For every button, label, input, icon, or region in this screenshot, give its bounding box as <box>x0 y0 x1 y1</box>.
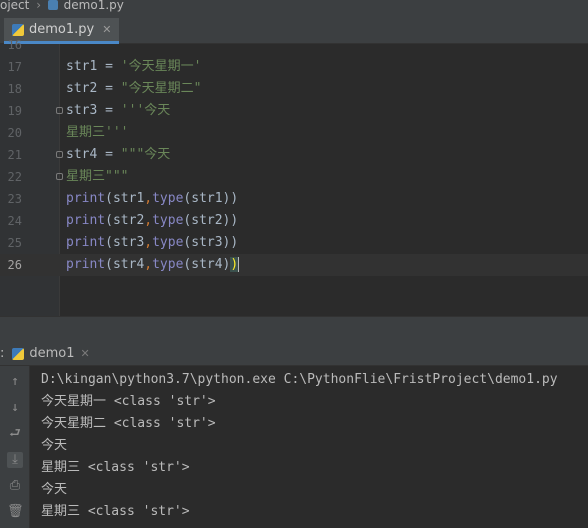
code-line-current: 26 print(str4,type(str4)) <box>0 254 588 276</box>
console-line: 今天 <box>41 438 68 453</box>
code-text: str4 = """今天 <box>66 147 171 162</box>
breadcrumb-separator: › <box>36 0 42 12</box>
line-number: 21 <box>7 148 22 162</box>
console-toolbar: ↑ ↓ ⮐ ⤓ ⎙ 🗑 <box>0 366 30 528</box>
code-line: 17 str1 = '今天星期一' <box>0 56 588 78</box>
line-number: 25 <box>7 236 22 250</box>
code-line: 21 str4 = """今天 <box>0 144 588 166</box>
fold-marker-icon[interactable] <box>56 107 63 114</box>
line-number: 23 <box>7 192 22 206</box>
console-line: 星期三 <class 'str'> <box>41 460 190 475</box>
scroll-to-end-icon[interactable]: ⤓ <box>7 452 23 468</box>
code-line: 24 print(str2,type(str2)) <box>0 210 588 232</box>
code-text: str1 = '今天星期一' <box>66 59 202 74</box>
run-console[interactable]: ↑ ↓ ⮐ ⤓ ⎙ 🗑 D:\kingan\python3.7\python.e… <box>0 366 588 528</box>
python-file-icon <box>47 0 58 10</box>
soft-wrap-icon[interactable]: ⮐ <box>7 426 23 442</box>
console-line: D:\kingan\python3.7\python.exe C:\Python… <box>41 372 558 387</box>
down-arrow-icon[interactable]: ↓ <box>7 400 23 416</box>
code-text: str3 = '''今天 <box>66 103 171 118</box>
code-line: 23 print(str1,type(str1)) <box>0 188 588 210</box>
fold-marker-icon[interactable] <box>56 151 63 158</box>
line-number: 22 <box>7 170 22 184</box>
code-line: 16 <box>0 34 588 56</box>
breadcrumb-project[interactable]: oject <box>0 0 29 11</box>
code-text: 星期三''' <box>66 125 129 140</box>
line-number: 20 <box>7 126 22 140</box>
python-run-icon <box>12 347 25 360</box>
code-line: 19 str3 = '''今天 <box>0 100 588 122</box>
code-text: print(str4,type(str4)) <box>66 257 240 272</box>
console-line: 今天星期一 <class 'str'> <box>41 394 216 409</box>
panel-divider[interactable] <box>0 316 588 343</box>
code-line: 20 星期三''' <box>0 122 588 144</box>
console-line: 星期三 <class 'str'> <box>41 504 190 519</box>
text-caret <box>238 257 240 272</box>
up-arrow-icon[interactable]: ↑ <box>7 374 23 390</box>
line-number: 17 <box>7 60 22 74</box>
line-number: 24 <box>7 214 22 228</box>
code-line: 25 print(str3,type(str3)) <box>0 232 588 254</box>
code-line: 22 星期三""" <box>0 166 588 188</box>
close-icon[interactable]: ✕ <box>81 347 90 360</box>
code-text: print(str3,type(str3)) <box>66 235 239 250</box>
line-number: 18 <box>7 82 22 96</box>
console-line: 今天 <box>41 482 68 497</box>
line-number: 16 <box>7 38 22 52</box>
console-line: 今天星期二 <class 'str'> <box>41 416 216 431</box>
breadcrumb-file[interactable]: demo1.py <box>64 0 124 11</box>
line-number: 19 <box>7 104 22 118</box>
code-line: 18 str2 = "今天星期二" <box>0 78 588 100</box>
code-text: print(str1,type(str1)) <box>66 191 239 206</box>
code-text: str2 = "今天星期二" <box>66 81 202 96</box>
breadcrumb-bar: oject › demo1.py <box>0 0 588 14</box>
code-editor[interactable]: 16 17 str1 = '今天星期一' 18 str2 = "今天星期二" 1… <box>0 38 588 316</box>
print-icon[interactable]: ⎙ <box>7 478 23 494</box>
trash-icon[interactable]: 🗑 <box>7 504 24 520</box>
run-label-prefix: : <box>0 346 5 361</box>
run-tab-bar: : demo1 ✕ <box>0 342 588 366</box>
code-text: print(str2,type(str2)) <box>66 213 239 228</box>
code-text: 星期三""" <box>66 169 129 184</box>
fold-marker-icon[interactable] <box>56 173 63 180</box>
line-number: 26 <box>7 258 22 272</box>
run-tab-label[interactable]: demo1 <box>29 346 74 361</box>
